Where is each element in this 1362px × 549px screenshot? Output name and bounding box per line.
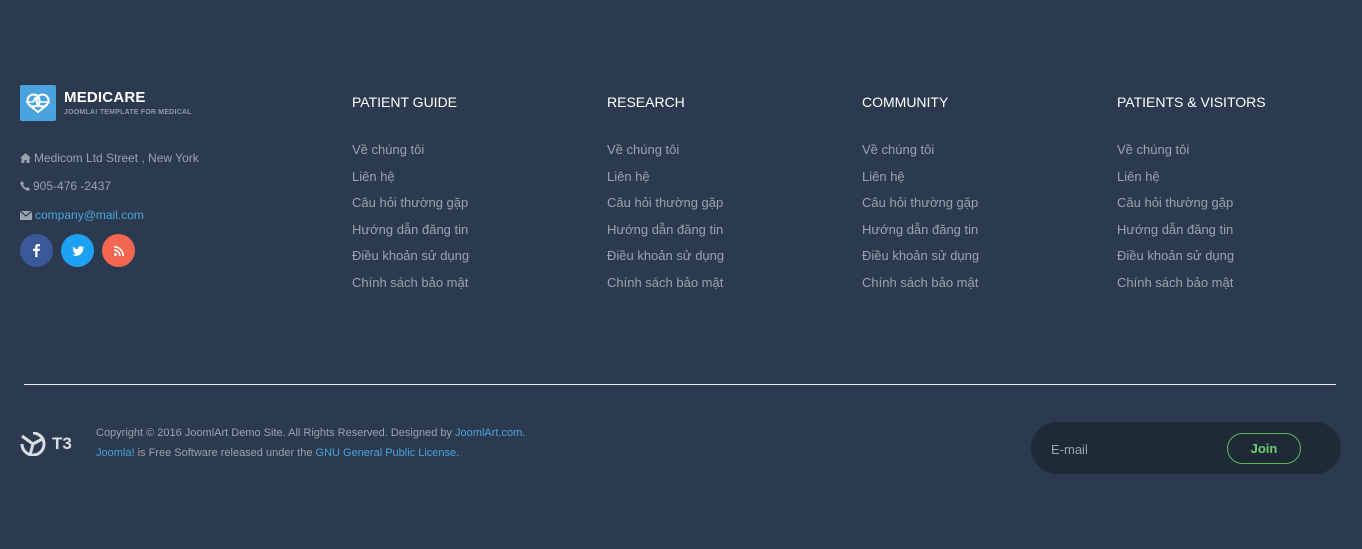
t3-label: T3 xyxy=(52,434,72,453)
home-icon xyxy=(20,153,31,163)
footer-link[interactable]: Câu hỏi thường gặp xyxy=(352,195,468,210)
list-item: Hướng dẫn đăng tin xyxy=(1117,222,1266,249)
t3-framework-icon xyxy=(20,432,46,456)
t3-logo[interactable]: T3 xyxy=(20,432,72,456)
column-links: Về chúng tôi Liên hệ Câu hỏi thường gặp … xyxy=(862,142,979,301)
contact-address: Medicom Ltd Street , New York xyxy=(20,151,199,165)
list-item: Điều khoản sử dụng xyxy=(1117,248,1266,275)
footer-link[interactable]: Liên hệ xyxy=(352,169,395,184)
phone-text: 905-476 -2437 xyxy=(33,179,112,193)
list-item: Hướng dẫn đăng tin xyxy=(607,222,724,249)
footer-link[interactable]: Chính sách bảo mật xyxy=(862,275,978,290)
list-item: Chính sách bảo mật xyxy=(1117,275,1266,302)
license-suffix: . xyxy=(456,447,460,459)
footer-link[interactable]: Câu hỏi thường gặp xyxy=(607,195,723,210)
footer-link[interactable]: Chính sách bảo mật xyxy=(352,275,468,290)
footer-link[interactable]: Điều khoản sử dụng xyxy=(352,248,469,263)
email-link[interactable]: company@mail.com xyxy=(35,208,144,222)
footer-link[interactable]: Câu hỏi thường gặp xyxy=(1117,195,1233,210)
footer-divider xyxy=(24,384,1336,385)
email-input[interactable] xyxy=(1049,438,1223,460)
footer-link[interactable]: Điều khoản sử dụng xyxy=(1117,248,1234,263)
join-button[interactable]: Join xyxy=(1227,433,1301,464)
facebook-icon xyxy=(33,244,40,257)
footer-link[interactable]: Về chúng tôi xyxy=(352,142,424,157)
footer-link[interactable]: Hướng dẫn đăng tin xyxy=(1117,222,1233,237)
footer-link[interactable]: Về chúng tôi xyxy=(862,142,934,157)
brand-tagline: JOOMLA! TEMPLATE FOR MEDICAL xyxy=(64,109,192,116)
list-item: Hướng dẫn đăng tin xyxy=(352,222,469,249)
column-links: Về chúng tôi Liên hệ Câu hỏi thường gặp … xyxy=(1117,142,1266,301)
footer-column-community: COMMUNITY Về chúng tôi Liên hệ Câu hỏi t… xyxy=(862,94,979,301)
list-item: Câu hỏi thường gặp xyxy=(352,195,469,222)
list-item: Liên hệ xyxy=(607,169,724,196)
footer-link[interactable]: Điều khoản sử dụng xyxy=(607,248,724,263)
column-title: PATIENTS & VISITORS xyxy=(1117,94,1266,110)
column-links: Về chúng tôi Liên hệ Câu hỏi thường gặp … xyxy=(607,142,724,301)
envelope-icon xyxy=(20,210,32,220)
list-item: Liên hệ xyxy=(352,169,469,196)
list-item: Chính sách bảo mật xyxy=(352,275,469,302)
list-item: Câu hỏi thường gặp xyxy=(862,195,979,222)
facebook-button[interactable] xyxy=(20,234,53,267)
footer-column-patient-guide: PATIENT GUIDE Về chúng tôi Liên hệ Câu h… xyxy=(352,94,469,301)
license-link[interactable]: GNU General Public License xyxy=(316,447,457,459)
list-item: Về chúng tôi xyxy=(1117,142,1266,169)
medicare-logo-icon xyxy=(20,85,56,121)
column-title: RESEARCH xyxy=(607,94,685,110)
social-links xyxy=(20,234,135,267)
footer-link[interactable]: Chính sách bảo mật xyxy=(607,275,723,290)
address-text: Medicom Ltd Street , New York xyxy=(34,151,199,165)
footer-link[interactable]: Điều khoản sử dụng xyxy=(862,248,979,263)
footer-link[interactable]: Câu hỏi thường gặp xyxy=(862,195,978,210)
list-item: Về chúng tôi xyxy=(352,142,469,169)
license-line: Joomla! is Free Software released under … xyxy=(96,443,525,463)
list-item: Điều khoản sử dụng xyxy=(862,248,979,275)
footer-link[interactable]: Về chúng tôi xyxy=(1117,142,1189,157)
footer-link[interactable]: Liên hệ xyxy=(862,169,905,184)
footer-link[interactable]: Liên hệ xyxy=(607,169,650,184)
copyright-line: Copyright © 2016 JoomlArt Demo Site. All… xyxy=(96,423,525,443)
list-item: Điều khoản sử dụng xyxy=(607,248,724,275)
brand-name: MEDICARE xyxy=(64,89,146,106)
copyright-block: Copyright © 2016 JoomlArt Demo Site. All… xyxy=(96,423,525,463)
rss-icon xyxy=(113,245,124,256)
footer-column-research: RESEARCH Về chúng tôi Liên hệ Câu hỏi th… xyxy=(607,94,724,301)
twitter-button[interactable] xyxy=(61,234,94,267)
copyright-text: Copyright © 2016 JoomlArt Demo Site. All… xyxy=(96,427,456,439)
brand-logo-block[interactable]: MEDICARE JOOMLA! TEMPLATE FOR MEDICAL xyxy=(20,85,192,121)
list-item: Điều khoản sử dụng xyxy=(352,248,469,275)
footer-link[interactable]: Hướng dẫn đăng tin xyxy=(862,222,978,237)
list-item: Hướng dẫn đăng tin xyxy=(862,222,979,249)
footer-link[interactable]: Hướng dẫn đăng tin xyxy=(607,222,723,237)
list-item: Câu hỏi thường gặp xyxy=(1117,195,1266,222)
list-item: Về chúng tôi xyxy=(862,142,979,169)
rss-button[interactable] xyxy=(102,234,135,267)
list-item: Chính sách bảo mật xyxy=(607,275,724,302)
designer-link[interactable]: JoomlArt.com xyxy=(455,427,522,439)
footer-link[interactable]: Liên hệ xyxy=(1117,169,1160,184)
footer-link[interactable]: Chính sách bảo mật xyxy=(1117,275,1233,290)
footer-link[interactable]: Về chúng tôi xyxy=(607,142,679,157)
phone-icon xyxy=(20,181,30,191)
column-title: COMMUNITY xyxy=(862,94,949,110)
column-links: Về chúng tôi Liên hệ Câu hỏi thường gặp … xyxy=(352,142,469,301)
list-item: Câu hỏi thường gặp xyxy=(607,195,724,222)
list-item: Về chúng tôi xyxy=(607,142,724,169)
license-text: is Free Software released under the xyxy=(134,447,316,459)
contact-phone: 905-476 -2437 xyxy=(20,179,111,193)
column-title: PATIENT GUIDE xyxy=(352,94,458,110)
list-item: Liên hệ xyxy=(1117,169,1266,196)
newsletter-form: Join xyxy=(1031,422,1341,474)
contact-email: company@mail.com xyxy=(20,208,144,222)
footer-column-patients-visitors: PATIENTS & VISITORS Về chúng tôi Liên hệ… xyxy=(1117,94,1266,301)
list-item: Liên hệ xyxy=(862,169,979,196)
twitter-icon xyxy=(71,245,84,256)
footer-link[interactable]: Hướng dẫn đăng tin xyxy=(352,222,468,237)
list-item: Chính sách bảo mật xyxy=(862,275,979,302)
joomla-link[interactable]: Joomla! xyxy=(96,447,135,459)
copyright-suffix: . xyxy=(522,427,526,439)
